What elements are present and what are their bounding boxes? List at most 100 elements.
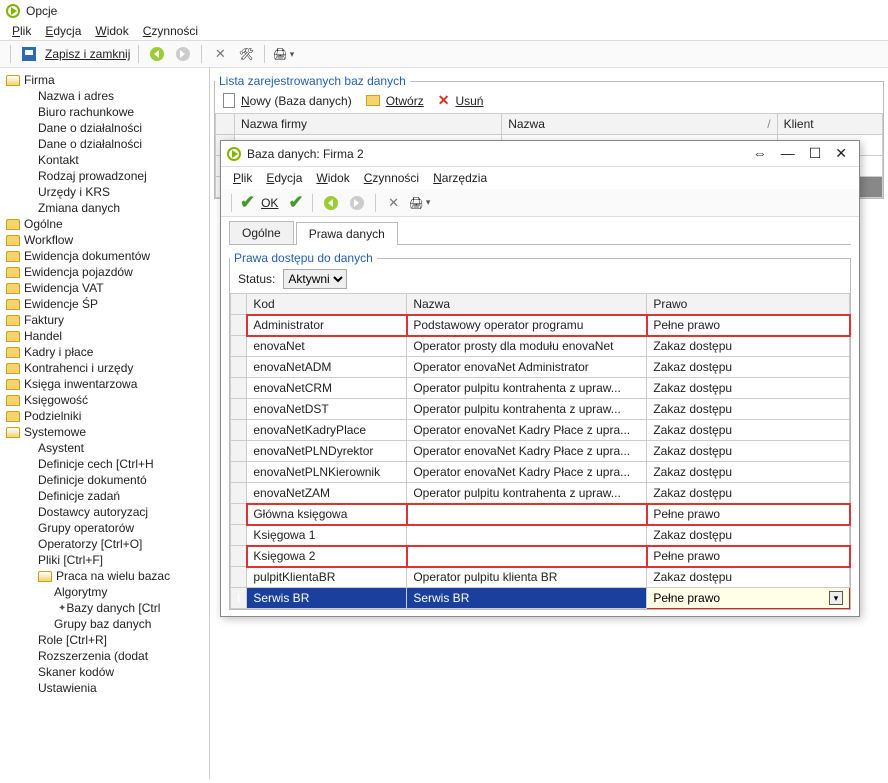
table-row[interactable]: AdministratorPodstawowy operator program… [231,315,850,336]
tree-item[interactable]: Dostawcy autoryzacj [0,504,209,520]
save-close-button[interactable]: Zapisz i zamknij [45,47,130,61]
dmenu-plik[interactable]: Plik [233,171,252,185]
table-row[interactable]: enovaNetZAMOperator pulpitu kontrahenta … [231,483,850,504]
minimize-icon[interactable]: — [781,145,795,162]
new-db-button[interactable]: Nowy (Baza danych) [241,94,352,108]
tree-item[interactable]: Nazwa i adres [0,88,209,104]
tree-item[interactable]: Definicje zadań [0,488,209,504]
tree-item[interactable]: Zmiana danych [0,200,209,216]
tree-item[interactable]: Rodzaj prowadzonej [0,168,209,184]
col-client[interactable]: Klient [777,114,882,135]
tree-item[interactable]: Ewidencja dokumentów [0,248,209,264]
table-row[interactable]: enovaNetKadryPlaceOperator enovaNet Kadr… [231,420,850,441]
dmenu-czynnosci[interactable]: Czynności [364,171,419,185]
tree-item[interactable]: Księga inwentarzowa [0,376,209,392]
tree-item[interactable]: Firma [0,72,209,88]
table-row[interactable]: pulpitKlientaBROperator pulpitu klienta … [231,567,850,588]
tree-item[interactable]: Rozszerzenia (dodat [0,648,209,664]
col-kod[interactable]: Kod [247,294,407,315]
tree-item[interactable]: Kontrahenci i urzędy [0,360,209,376]
tree-item[interactable]: Algorytmy [0,584,209,600]
tree-item[interactable]: Dane o działalności [0,136,209,152]
table-row[interactable]: enovaNetDSTOperator pulpitu kontrahenta … [231,399,850,420]
tree-label: Pliki [Ctrl+F] [38,553,103,567]
col-nazwa[interactable]: Nazwa [407,294,647,315]
tree-item[interactable]: Grupy operatorów [0,520,209,536]
dialog-tools-icon[interactable] [384,193,404,213]
ok-button[interactable]: OK [261,196,278,210]
table-row[interactable]: enovaNetPLNDyrektorOperator enovaNet Kad… [231,441,850,462]
tree-item[interactable]: Ewidencje ŚP [0,296,209,312]
col-name[interactable]: Nazwa/ [502,114,777,135]
table-row[interactable]: ISerwis BRSerwis BRPełne prawo▾ [231,588,850,609]
col-firm[interactable]: Nazwa firmy [235,114,502,135]
table-row[interactable]: enovaNetCRMOperator pulpitu kontrahenta … [231,378,850,399]
tree-item[interactable]: Urzędy i KRS [0,184,209,200]
chevron-down-icon[interactable]: ▾ [829,591,843,605]
table-row[interactable]: enovaNetADMOperator enovaNet Administrat… [231,357,850,378]
tree-item[interactable]: Definicje dokumentó [0,472,209,488]
tab-ogolne[interactable]: Ogólne [229,221,294,244]
tree-item[interactable]: Grupy baz danych [0,616,209,632]
dmenu-edycja[interactable]: Edycja [266,171,302,185]
tree-item[interactable]: Ustawienia [0,680,209,696]
tab-prawa-danych[interactable]: Prawa danych [296,222,398,245]
tree-item[interactable]: Dane o działalności [0,120,209,136]
tree-item[interactable]: Księgowość [0,392,209,408]
folder-icon [6,347,20,358]
dmenu-widok[interactable]: Widok [316,171,349,185]
tree-item[interactable]: Ogólne [0,216,209,232]
col-prawo[interactable]: Prawo [647,294,850,315]
tree-item[interactable]: ✦Bazy danych [Ctrl [0,600,209,616]
tree-item[interactable]: Praca na wielu bazac [0,568,209,584]
table-row[interactable]: Księgowa 1Zakaz dostępu [231,525,850,546]
tree-item[interactable]: Kontakt [0,152,209,168]
menu-widok[interactable]: Widok [95,24,128,38]
check-all-icon[interactable]: ✔ [288,192,303,213]
nav-tree[interactable]: FirmaNazwa i adresBiuro rachunkoweDane o… [0,68,210,779]
dialog-back-button[interactable] [321,193,341,213]
close-icon[interactable]: ✕ [835,145,847,162]
tree-item[interactable]: Ewidencja VAT [0,280,209,296]
dmenu-narzedzia[interactable]: Narzędzia [433,171,487,185]
tree-item[interactable]: Biuro rachunkowe [0,104,209,120]
table-row[interactable]: Główna księgowaPełne prawo [231,504,850,525]
tree-item[interactable]: Ewidencja pojazdów [0,264,209,280]
nav-forward-button[interactable] [173,44,193,64]
tree-item[interactable]: Role [Ctrl+R] [0,632,209,648]
dialog-printer-icon[interactable] [410,193,430,213]
maximize-icon[interactable]: ☐ [809,145,822,162]
table-row[interactable]: enovaNetPLNKierownikOperator enovaNet Ka… [231,462,850,483]
tree-item[interactable]: Definicje cech [Ctrl+H [0,456,209,472]
check-icon[interactable]: ✔ [240,192,255,213]
folder-icon [6,411,20,422]
restore-icon[interactable]: ⇔ [753,145,767,162]
save-icon[interactable] [19,44,39,64]
tree-item[interactable]: Podzielniki [0,408,209,424]
menu-czynnosci[interactable]: Czynności [143,24,198,38]
tree-item[interactable]: Asystent [0,440,209,456]
rights-table[interactable]: Kod Nazwa Prawo AdministratorPodstawowy … [230,293,850,609]
nav-back-button[interactable] [147,44,167,64]
menu-edycja[interactable]: Edycja [45,24,81,38]
gears-icon[interactable] [236,44,256,64]
dialog-app-icon [227,147,241,161]
tree-item[interactable]: Systemowe [0,424,209,440]
table-row[interactable]: enovaNetOperator prosty dla modułu enova… [231,336,850,357]
table-row[interactable]: Księgowa 2Pełne prawo [231,546,850,567]
menu-plik[interactable]: Plik [12,24,31,38]
open-db-button[interactable]: Otwórz [386,94,424,108]
tree-item[interactable]: Skaner kodów [0,664,209,680]
tree-item[interactable]: Handel [0,328,209,344]
tree-item[interactable]: Kadry i płace [0,344,209,360]
tree-item[interactable]: Workflow [0,232,209,248]
delete-db-button[interactable]: Usuń [455,94,483,108]
status-select[interactable]: Aktywni [283,269,347,289]
tree-item[interactable]: Faktury [0,312,209,328]
dialog-forward-button[interactable] [347,193,367,213]
tree-item[interactable]: Operatorzy [Ctrl+O] [0,536,209,552]
tools-icon[interactable] [210,44,230,64]
printer-icon[interactable] [273,44,293,64]
dialog-toolbar: ✔ OK ✔ [221,189,859,217]
tree-item[interactable]: Pliki [Ctrl+F] [0,552,209,568]
